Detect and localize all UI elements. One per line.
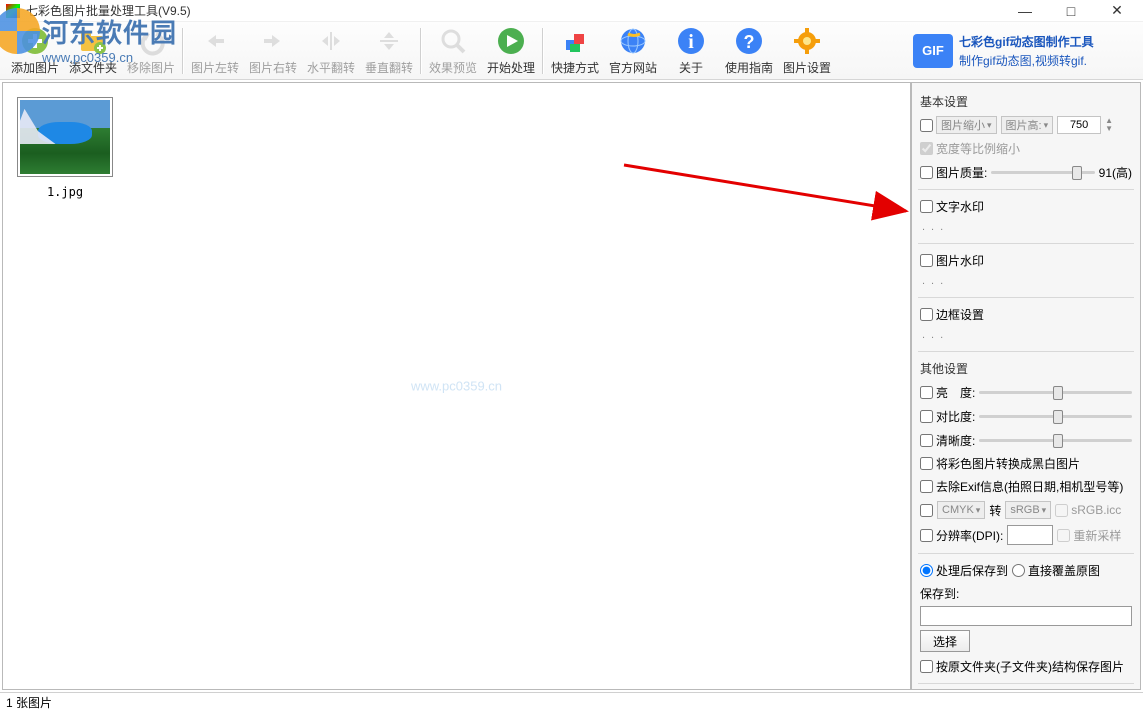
undo-icon	[135, 25, 167, 57]
toolbar-separator	[542, 28, 544, 74]
add-folder-button[interactable]: 添文件夹	[64, 23, 122, 79]
thumbnail-item[interactable]: 1.jpg	[17, 97, 113, 199]
flip-v-button[interactable]: 垂直翻转	[360, 23, 418, 79]
settings-panel: 基本设置 图片缩小 ▾ 图片高: ▾ ▲▼ 宽度等比例缩小 图片质量: 91(高…	[911, 82, 1141, 690]
image-settings-button[interactable]: 图片设置	[778, 23, 836, 79]
gif-badge-icon: GIF	[913, 34, 953, 68]
other-settings-title: 其他设置	[920, 360, 1132, 377]
flip-h-button[interactable]: 水平翻转	[302, 23, 360, 79]
main-area: 1.jpg www.pc0359.cn 基本设置 图片缩小 ▾ 图片高: ▾ ▲…	[0, 80, 1143, 692]
sharpness-checkbox[interactable]: 清晰度:	[920, 432, 975, 449]
scale-checkbox[interactable]: 图片缩小 ▾	[920, 116, 997, 134]
text-watermark-checkbox[interactable]: 文字水印	[920, 198, 984, 215]
scale-value-input[interactable]	[1057, 116, 1101, 134]
svg-text:?: ?	[744, 32, 755, 52]
preview-area[interactable]: 1.jpg www.pc0359.cn	[2, 82, 911, 690]
cubes-icon	[559, 25, 591, 57]
close-button[interactable]: ✕	[1103, 2, 1131, 20]
app-icon	[6, 4, 20, 18]
globe-icon	[617, 25, 649, 57]
shortcut-button[interactable]: 快捷方式	[546, 23, 604, 79]
statusbar: 1 张图片	[0, 692, 1143, 712]
basic-settings-title: 基本设置	[920, 93, 1132, 110]
preview-button[interactable]: 效果预览	[424, 23, 482, 79]
minimize-button[interactable]: —	[1011, 2, 1039, 20]
quality-slider[interactable]	[991, 163, 1094, 181]
brightness-slider[interactable]	[979, 383, 1132, 401]
flip-v-icon	[373, 25, 405, 57]
image-watermark-checkbox[interactable]: 图片水印	[920, 252, 984, 269]
flip-h-icon	[315, 25, 347, 57]
sharpness-slider[interactable]	[979, 431, 1132, 449]
website-button[interactable]: 官方网站	[604, 23, 662, 79]
gif-title: 七彩色gif动态图制作工具	[959, 33, 1094, 50]
guide-button[interactable]: ? 使用指南	[720, 23, 778, 79]
border-checkbox[interactable]: 边框设置	[920, 306, 984, 323]
save-path-label: 保存到:	[920, 585, 959, 602]
about-button[interactable]: i 关于	[662, 23, 720, 79]
keep-structure-checkbox[interactable]: 按原文件夹(子文件夹)结构保存图片	[920, 658, 1124, 675]
thumbnail-image	[20, 100, 110, 174]
rotate-right-button[interactable]: 图片右转	[244, 23, 302, 79]
quality-value: 91(高)	[1099, 164, 1132, 181]
status-text: 1 张图片	[6, 694, 52, 711]
dpi-checkbox[interactable]: 分辨率(DPI):	[920, 527, 1003, 544]
cmyk-checkbox[interactable]	[920, 504, 933, 517]
remove-image-button[interactable]: 移除图片	[122, 23, 180, 79]
rotate-left-icon	[199, 25, 231, 57]
center-watermark: www.pc0359.cn	[411, 379, 502, 394]
srgb-select[interactable]: sRGB ▾	[1005, 501, 1051, 519]
aspect-checkbox: 宽度等比例缩小	[920, 140, 1020, 157]
cmyk-select[interactable]: CMYK ▾	[937, 501, 985, 519]
border-details: ...	[922, 329, 1132, 341]
rotate-right-icon	[257, 25, 289, 57]
add-image-button[interactable]: 添加图片	[6, 23, 64, 79]
dpi-input[interactable]	[1007, 525, 1053, 545]
image-wm-details: ...	[922, 275, 1132, 287]
icc-checkbox[interactable]: sRGB.icc	[1055, 503, 1121, 517]
maximize-button[interactable]: □	[1057, 2, 1085, 20]
quality-checkbox[interactable]: 图片质量:	[920, 164, 987, 181]
toolbar-separator	[420, 28, 422, 74]
magnify-icon	[437, 25, 469, 57]
info-icon: i	[675, 25, 707, 57]
window-title: 七彩色图片批量处理工具(V9.5)	[26, 2, 1011, 19]
brightness-checkbox[interactable]: 亮 度:	[920, 384, 975, 401]
folder-plus-icon	[77, 25, 109, 57]
spinner-icon[interactable]: ▲▼	[1105, 117, 1113, 133]
gear-icon	[791, 25, 823, 57]
toolbar-separator	[182, 28, 184, 74]
window-controls: — □ ✕	[1011, 2, 1137, 20]
thumbnail-filename: 1.jpg	[17, 185, 113, 199]
bw-checkbox[interactable]: 将彩色图片转换成黑白图片	[920, 455, 1080, 472]
play-icon	[495, 25, 527, 57]
thumbnail-frame	[17, 97, 113, 177]
help-icon: ?	[733, 25, 765, 57]
scale-height-select[interactable]: 图片高: ▾	[1001, 116, 1054, 134]
resample-checkbox[interactable]: 重新采样	[1057, 527, 1121, 544]
svg-text:i: i	[688, 31, 694, 53]
rotate-left-button[interactable]: 图片左转	[186, 23, 244, 79]
contrast-slider[interactable]	[979, 407, 1132, 425]
contrast-checkbox[interactable]: 对比度:	[920, 408, 975, 425]
exif-checkbox[interactable]: 去除Exif信息(拍照日期,相机型号等)	[920, 478, 1123, 495]
save-to-radio[interactable]: 处理后保存到	[920, 562, 1008, 579]
text-wm-details: ...	[922, 221, 1132, 233]
browse-button[interactable]: 选择	[920, 630, 970, 652]
gif-banner[interactable]: GIF 七彩色gif动态图制作工具 制作gif动态图,视频转gif.	[909, 27, 1137, 75]
gif-subtitle: 制作gif动态图,视频转gif.	[959, 52, 1094, 69]
toolbar: 添加图片 添文件夹 移除图片 图片左转 图片右转 水平翻转 垂直翻转 效果预览 …	[0, 22, 1143, 80]
plus-icon	[19, 25, 51, 57]
start-process-button[interactable]: 开始处理	[482, 23, 540, 79]
overwrite-radio[interactable]: 直接覆盖原图	[1012, 562, 1100, 579]
save-path-input[interactable]	[920, 606, 1132, 626]
titlebar: 七彩色图片批量处理工具(V9.5) — □ ✕	[0, 0, 1143, 22]
